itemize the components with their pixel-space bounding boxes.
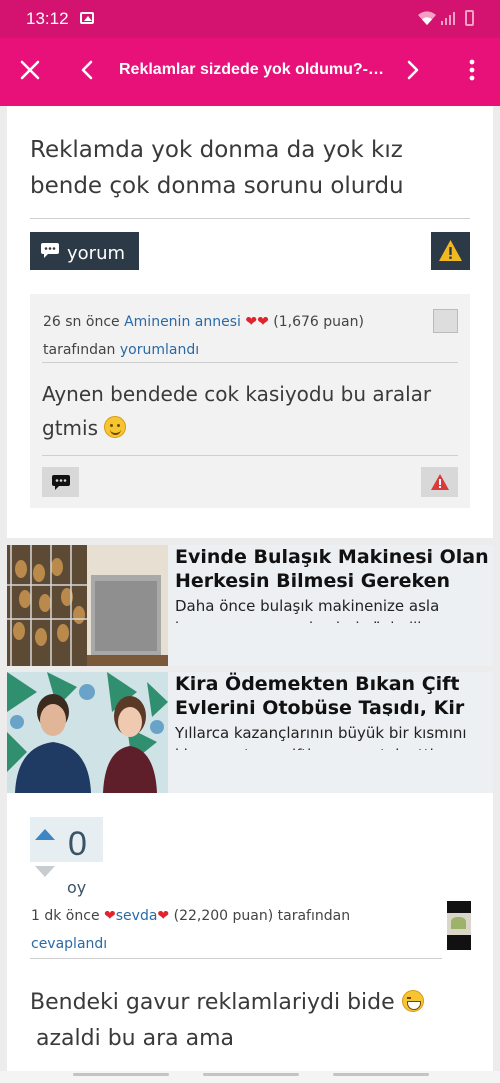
comment-report-button[interactable] bbox=[421, 467, 458, 497]
nav-handle bbox=[203, 1073, 299, 1076]
app-toolbar: Reklamlar sizdede yok oldumu?-D... bbox=[0, 38, 500, 106]
ad-thumbnail[interactable] bbox=[7, 545, 168, 666]
close-icon[interactable] bbox=[18, 58, 42, 82]
status-time: 13:12 bbox=[26, 9, 69, 28]
ad-description: Daha önce bulaşık makinenize asla koymam… bbox=[175, 597, 440, 623]
answer-body: Bendeki gavur reklamlariydi bide azaldi … bbox=[30, 985, 450, 1057]
downvote-arrow-icon[interactable] bbox=[35, 866, 55, 877]
chevron-left-icon[interactable] bbox=[76, 58, 100, 82]
comment-button-label: yorum bbox=[67, 243, 126, 264]
comment-button[interactable]: yorum bbox=[30, 232, 139, 270]
answer-body-text: Bendeki gavur reklamlariydi bide bbox=[30, 990, 395, 1015]
answer-points: (22,200 puan) bbox=[173, 908, 274, 924]
ad-description: Yıllarca kazançlarının büyük bir kısmını… bbox=[175, 724, 467, 750]
comment-points: (1,676 puan) bbox=[273, 314, 364, 330]
divider bbox=[42, 362, 458, 363]
ad-headline[interactable]: Evinde Bulaşık Makinesi Olan Herkesin Bi… bbox=[175, 545, 491, 589]
status-bar: 13:12 bbox=[0, 0, 500, 38]
ad-headline[interactable]: Kira Ödemekten Bıkan Çift Evlerini Otobü… bbox=[175, 672, 491, 716]
ad-item[interactable]: Evinde Bulaşık Makinesi Olan Herkesin Bi… bbox=[7, 545, 493, 666]
heart-icon: ❤ bbox=[157, 908, 170, 924]
ad-item[interactable]: Kira Ödemekten Bıkan Çift Evlerini Otobü… bbox=[7, 672, 493, 793]
upvote-arrow-icon[interactable] bbox=[35, 829, 55, 840]
comment-time: 26 sn önce bbox=[43, 314, 120, 330]
answer-action-link[interactable]: cevaplandı bbox=[31, 936, 107, 952]
avatar[interactable] bbox=[447, 901, 471, 950]
divider bbox=[30, 218, 470, 219]
warning-icon bbox=[431, 474, 449, 490]
report-button[interactable] bbox=[431, 232, 470, 270]
comment-by: tarafından bbox=[43, 342, 116, 358]
signal-icon bbox=[440, 11, 456, 31]
answer-time: 1 dk önce bbox=[31, 908, 100, 924]
wifi-icon bbox=[417, 10, 437, 31]
nav-handle bbox=[73, 1073, 169, 1076]
gesture-nav-bar bbox=[0, 1071, 500, 1083]
speech-bubble-icon bbox=[40, 241, 60, 264]
comment-body: Aynen bendede cok kasiyodu bu aralar gtm… bbox=[42, 377, 452, 445]
comment-body-text: Aynen bendede cok kasiyodu bu aralar gtm… bbox=[42, 382, 432, 440]
ad-thumbnail[interactable] bbox=[7, 672, 168, 793]
nav-handle bbox=[333, 1073, 429, 1076]
heart-icon: ❤ bbox=[104, 908, 116, 924]
answer-by: tarafından bbox=[277, 908, 351, 924]
warning-icon bbox=[439, 240, 462, 261]
chevron-right-icon[interactable] bbox=[400, 58, 424, 82]
comment-action-link[interactable]: yorumlandı bbox=[120, 342, 199, 358]
comment-author-link[interactable]: Aminenin annesi bbox=[124, 314, 241, 330]
avatar[interactable] bbox=[433, 309, 458, 333]
answer-meta: 1 dk önce ❤sevda❤ (22,200 puan) tarafınd… bbox=[31, 902, 441, 958]
divider bbox=[42, 455, 458, 456]
vote-count: 0 bbox=[68, 825, 87, 863]
vote-label: oy bbox=[67, 878, 87, 897]
answer-body-text-2: azaldi bu ara ama bbox=[36, 1026, 234, 1051]
battery-icon bbox=[465, 10, 474, 26]
reply-button[interactable] bbox=[42, 467, 79, 497]
laughing-face-icon bbox=[401, 990, 424, 1012]
heart-icons: ❤❤ bbox=[245, 314, 269, 330]
more-vert-icon[interactable] bbox=[460, 58, 484, 82]
answer-author-link[interactable]: sevda bbox=[116, 908, 158, 924]
speech-bubble-icon bbox=[52, 475, 70, 490]
comment-meta: 26 sn önce Aminenin annesi ❤❤ (1,676 pua… bbox=[43, 308, 423, 364]
smiling-face-icon bbox=[104, 416, 127, 438]
question-title: Reklamda yok donma da yok kız bende çok … bbox=[30, 137, 404, 199]
image-notification-icon bbox=[80, 12, 94, 24]
divider bbox=[30, 958, 442, 959]
vote-widget: 0 bbox=[30, 817, 103, 863]
toolbar-title: Reklamlar sizdede yok oldumu?-D... bbox=[119, 61, 389, 78]
